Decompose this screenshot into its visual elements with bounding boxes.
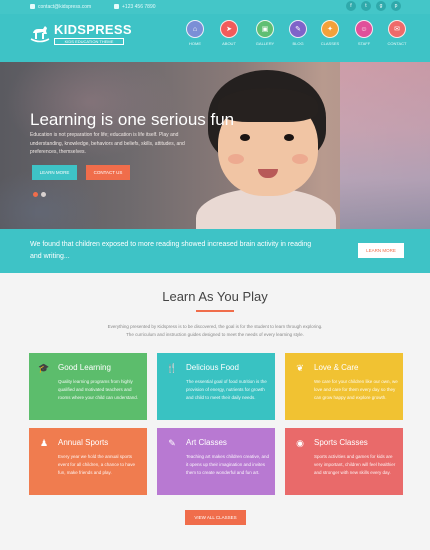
- card-title: Annual Sports: [58, 438, 109, 447]
- gallery-icon: ▣: [256, 20, 274, 38]
- hero-background-toys: [340, 62, 430, 229]
- email-text[interactable]: contact@kidspress.com: [38, 4, 91, 10]
- nav-label: CONTACT: [387, 41, 407, 46]
- section-title: Learn As You Play: [162, 289, 268, 304]
- google-plus-icon[interactable]: g: [376, 1, 386, 11]
- card-art-classes[interactable]: ✎ Art Classes Teaching art makes childre…: [157, 428, 275, 495]
- section-divider: [196, 310, 234, 312]
- nav-label: ABOUT: [222, 41, 236, 46]
- logo-tagline: KIDS EDUCATION THEME: [54, 38, 124, 45]
- card-title: Delicious Food: [186, 363, 239, 372]
- card-text: We care for your children like our own, …: [314, 379, 398, 400]
- gamepad-icon: ◉: [296, 438, 304, 448]
- art-icon: ✎: [168, 438, 176, 448]
- nav-home[interactable]: ⌂ HOME: [180, 20, 210, 47]
- nav-contact[interactable]: ✉ CONTACT: [382, 20, 412, 47]
- card-text: Every year we hold the annual sports eve…: [58, 454, 136, 475]
- nav-blog[interactable]: ✎ BLOG: [283, 20, 313, 47]
- classes-icon: ✦: [321, 20, 339, 38]
- staff-icon: ☺: [355, 20, 373, 38]
- phone-icon: [114, 4, 119, 9]
- phone-contact: +123 456 7890: [114, 3, 156, 11]
- card-delicious-food[interactable]: 🍴 Delicious Food The essential goal of f…: [157, 353, 275, 420]
- phone-text: +123 456 7890: [122, 4, 156, 10]
- banner-text: We found that children exposed to more r…: [30, 241, 312, 260]
- food-icon: 🍴: [166, 363, 178, 373]
- site-header: KIDSPRESS KIDS EDUCATION THEME ⌂ HOME ➤ …: [0, 14, 430, 62]
- hero-title: Learning is one serious fun: [30, 110, 235, 129]
- leaf-icon: ❦: [296, 363, 304, 373]
- email-contact[interactable]: contact@kidspress.com: [30, 3, 91, 11]
- mail-icon: [30, 4, 35, 9]
- nav-label: GALLERY: [255, 41, 275, 46]
- pinterest-icon[interactable]: p: [391, 1, 401, 11]
- nav-about[interactable]: ➤ ABOUT: [214, 20, 244, 47]
- slider-dot[interactable]: [41, 192, 46, 197]
- card-title: Art Classes: [186, 438, 227, 447]
- nav-gallery[interactable]: ▣ GALLERY: [250, 20, 280, 47]
- hero-learn-more-button[interactable]: LEARN MORE: [32, 165, 77, 180]
- nav-staff[interactable]: ☺ STAFF: [349, 20, 379, 47]
- logo-title[interactable]: KIDSPRESS: [54, 22, 132, 37]
- slider-dot-active[interactable]: [33, 192, 38, 197]
- rocking-horse-logo-icon[interactable]: [30, 25, 50, 44]
- view-all-classes-button[interactable]: VIEW ALL CLASSES: [185, 510, 246, 525]
- home-icon: ⌂: [186, 20, 204, 38]
- hero-text: Education is not preparation for life; e…: [30, 132, 185, 155]
- hero-contact-button[interactable]: CONTACT US: [86, 165, 130, 180]
- nav-classes[interactable]: ✦ CLASSES: [315, 20, 345, 47]
- card-text: Teaching art makes children creative, an…: [186, 454, 270, 475]
- nav-label: BLOG: [292, 41, 304, 46]
- card-annual-sports[interactable]: ♟ Annual Sports Every year we hold the a…: [29, 428, 147, 495]
- card-text: Sports activities and games for kids are…: [314, 454, 396, 475]
- banner-learn-more-button[interactable]: LEARN MORE: [358, 243, 404, 258]
- nav-label: HOME: [189, 41, 201, 46]
- card-text: Quality learning programs from highly qu…: [58, 379, 139, 400]
- nav-label: STAFF: [357, 41, 371, 46]
- card-text: The essential goal of food nutrition is …: [186, 379, 267, 400]
- blog-icon: ✎: [289, 20, 307, 38]
- twitter-icon[interactable]: t: [361, 1, 371, 11]
- paper-plane-icon: ➤: [220, 20, 238, 38]
- card-title: Love & Care: [314, 363, 359, 372]
- graduation-cap-icon: 🎓: [38, 363, 50, 373]
- person-icon: ♟: [39, 438, 49, 448]
- card-title: Sports Classes: [314, 438, 368, 447]
- facebook-icon[interactable]: f: [346, 1, 356, 11]
- card-good-learning[interactable]: 🎓 Good Learning Quality learning program…: [29, 353, 147, 420]
- section-intro: Everything presented by Kidspress is to …: [107, 324, 323, 337]
- top-bar: contact@kidspress.com +123 456 7890 f t …: [0, 0, 430, 14]
- nav-label: CLASSES: [320, 41, 340, 46]
- card-title: Good Learning: [58, 363, 111, 372]
- contact-icon: ✉: [388, 20, 406, 38]
- card-love-care[interactable]: ❦ Love & Care We care for your children …: [285, 353, 403, 420]
- info-banner: We found that children exposed to more r…: [0, 229, 430, 273]
- card-sports-classes[interactable]: ◉ Sports Classes Sports activities and g…: [285, 428, 403, 495]
